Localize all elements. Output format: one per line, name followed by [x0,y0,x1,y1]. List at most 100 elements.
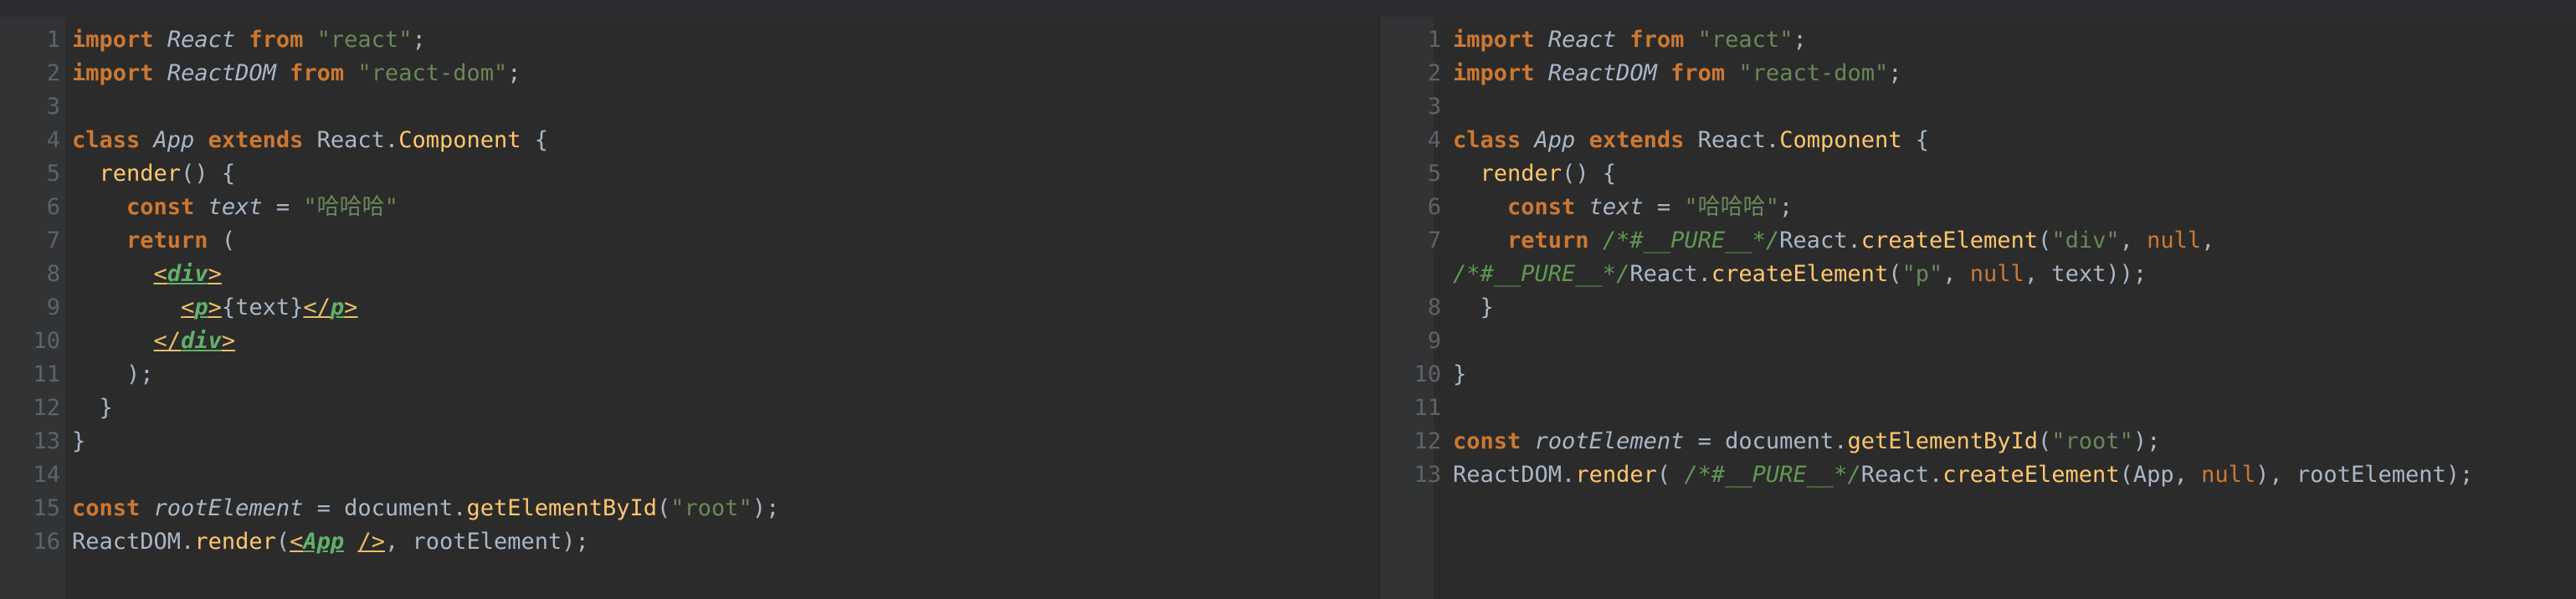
code-token: rootElement [1534,428,1685,454]
code-token: ; [1888,60,1902,86]
code-token: div [167,261,208,287]
code-line[interactable]: 2 import ReactDOM from "react-dom"; [1398,57,2473,90]
code-token: "react-dom" [1738,60,1889,86]
code-token: return [1507,228,1589,253]
code-line[interactable]: 15 const rootElement = document.getElemen… [17,492,779,525]
code-token: } [1453,361,1467,387]
line-number: 4 [1427,127,1441,153]
code-token: "哈哈哈" [303,194,398,220]
code-token: ( [1656,462,1685,488]
code-token: "哈哈哈" [1684,194,1779,220]
code-token: from [249,27,304,53]
code-line[interactable]: 16 ReactDOM.render(<App />, rootElement); [17,525,779,559]
code-token: ReactDOM. [1453,462,1576,488]
code-token: = [262,194,304,220]
code-line[interactable]: 1 import React from "react"; [1398,23,2473,57]
code-token: > [344,294,358,320]
code-token: ( [275,529,290,555]
line-number: 15 [33,495,60,521]
line-number: 13 [1414,462,1441,488]
code-token: ( [2038,428,2052,454]
code-token: text [1588,194,1644,220]
code-line[interactable]: 6 const text = "哈哈哈"; [1398,191,2473,224]
code-line[interactable]: /*#__PURE__*/React.createElement("p", nu… [1398,258,2473,291]
code-token: = [1643,194,1685,220]
code-token: </ [153,328,182,354]
code-token: ); [72,361,154,387]
code-token: return [126,228,208,253]
editor-top-bar [0,0,2576,17]
code-line[interactable]: 3 [17,90,779,124]
code-token: render [99,161,182,187]
code-token: createElement [1711,261,1889,287]
code-line[interactable]: 13 ReactDOM.render( /*#__PURE__*/React.cr… [1398,458,2473,492]
code-token: ReactDOM. [72,529,195,555]
code-line[interactable]: 11 [1398,392,2473,425]
line-number: 8 [1427,294,1441,320]
code-line[interactable]: 7 return /*#__PURE__*/React.createElemen… [1398,224,2473,258]
code-token: "react" [1697,27,1793,53]
code-token: ), rootElement); [2255,462,2474,488]
code-token: render [1480,161,1563,187]
pane-divider[interactable] [1378,17,1380,599]
code-line[interactable]: 3 [1398,90,2473,124]
line-number: 3 [46,94,60,120]
code-line[interactable]: 9 [1398,325,2473,358]
code-token: </ [303,294,331,320]
code-line[interactable]: 5 render() { [17,157,779,191]
code-line[interactable]: 4 class App extends React.Component { [1398,124,2473,157]
code-token: ( [1888,261,1902,287]
code-line[interactable]: 11 ); [17,358,779,392]
code-token: p [194,294,208,320]
code-line[interactable]: 10} [1398,358,2473,392]
code-token: React [167,27,236,53]
code-token: p [330,294,345,320]
code-line[interactable]: 12 } [17,392,779,425]
code-token: text [208,194,263,220]
code-line[interactable]: 1 import React from "react"; [17,23,779,57]
code-line[interactable]: 9 <p>{text}</p> [17,291,779,325]
code-token: Component [398,127,521,153]
code-line[interactable]: 8 } [1398,291,2473,325]
code-token: { [521,127,549,153]
code-token: , text)); [2024,261,2148,287]
code-token: ReactDOM [167,60,276,86]
code-token: < [153,261,167,287]
line-number: 6 [46,194,60,220]
code-token: class [1453,127,1521,153]
code-token: from [290,60,345,86]
code-line[interactable]: 5 render() { [1398,157,2473,191]
code-line[interactable]: 2 import ReactDOM from "react-dom"; [17,57,779,90]
code-token: rootElement [153,495,304,521]
source-code-jsx[interactable]: 1 import React from "react"; 2 import React… [17,23,779,559]
code-line[interactable]: 10 </div> [17,325,779,358]
code-line[interactable]: 14 [17,458,779,492]
code-token: > [208,261,222,287]
line-number: 10 [1414,361,1441,387]
code-token: , [2201,228,2215,253]
line-number: 1 [1427,27,1441,53]
code-line[interactable]: 7 return ( [17,224,779,258]
code-token: const [1453,428,1521,454]
code-line[interactable]: 6 const text = "哈哈哈" [17,191,779,224]
code-token: const [126,194,195,220]
code-line[interactable]: 13} [17,425,779,458]
code-token: import [1453,27,1535,53]
code-line[interactable]: 4 class App extends React.Component { [17,124,779,157]
code-token: } [72,395,113,421]
code-line[interactable]: 12 const rootElement = document.getElemen… [1398,425,2473,458]
compiled-code-js[interactable]: 1 import React from "react"; 2 import React… [1398,23,2473,492]
code-token: App [153,127,195,153]
code-line[interactable]: 8 <div> [17,258,779,291]
